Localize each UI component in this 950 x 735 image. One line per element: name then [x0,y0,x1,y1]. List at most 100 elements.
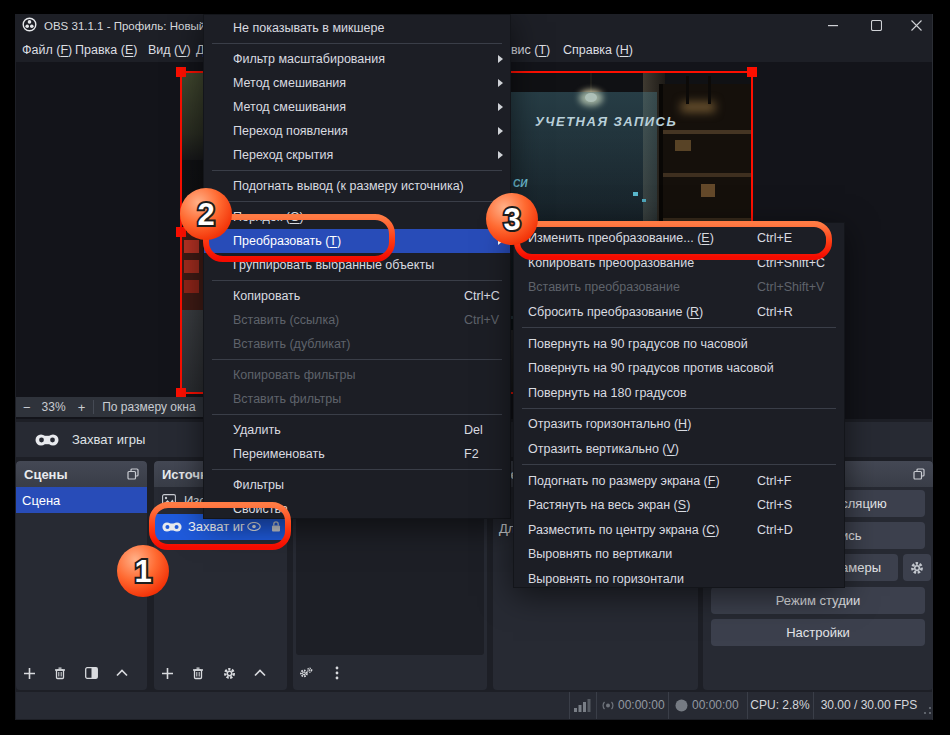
menubar-item[interactable]: Правка (E) [75,38,137,62]
close-button[interactable] [899,14,933,36]
scenes-toolbar [22,663,147,683]
sources-more-icon[interactable] [284,665,287,681]
studio-mode-button[interactable]: Режим студии [711,587,925,614]
submenu-arrow-icon [498,103,503,111]
signal-bars-icon [574,699,591,712]
zoom-level: 33% [42,400,66,414]
context-menu-item[interactable]: Фильтр масштабирования [204,47,510,71]
fps-indicator: 30.00 / 30.00 FPS [813,692,925,719]
context-menu-item[interactable]: Свойства [204,497,510,519]
menubar-item[interactable]: Справка (H) [563,38,633,62]
submenu-arrow-icon [498,55,503,63]
context-bar-source-name: Захват игры [72,432,145,447]
image-icon [162,494,176,506]
record-status-icon [675,699,688,712]
transform-submenu-item[interactable]: Растянуть на весь экран (S)Ctrl+S [514,493,844,518]
minimize-button[interactable] [816,14,850,36]
transform-submenu: Изменить преобразование... (E)Ctrl+EКопи… [513,222,845,588]
mixer-toolbar [299,663,344,683]
transform-submenu-item[interactable]: Сбросить преобразование (R)Ctrl+R [514,300,844,325]
transform-submenu-item[interactable]: Подогнать по размеру экрана (F)Ctrl+F [514,468,844,493]
zoom-in-button[interactable]: + [78,400,86,415]
transform-submenu-item[interactable]: Повернуть на 180 градусов [514,381,844,406]
sources-toolbar [160,663,287,683]
preview-zoom-bar: − 33% + По размеру окна [16,397,206,417]
context-menu-item[interactable]: Не показывать в микшере [204,16,510,40]
gamepad-icon [162,522,182,532]
submenu-arrow-icon [498,79,503,87]
visibility-eye-icon[interactable] [247,522,261,531]
fit-to-window-button[interactable]: По размеру окна [102,400,195,414]
menubar-item[interactable]: Файл (F) [22,38,72,62]
context-menu-item[interactable]: Фильтры [204,473,510,497]
stream-time: 00:00:00 [618,692,665,719]
zoom-out-button[interactable]: − [23,400,31,415]
context-menu-item[interactable]: Переход появления [204,119,510,143]
transform-submenu-separator [522,464,836,465]
mixer-adv-audio-icon[interactable] [299,665,313,681]
settings-button[interactable]: Настройки [711,619,925,646]
context-menu-item[interactable]: КопироватьCtrl+C [204,284,510,308]
scenes-move-up-icon[interactable] [115,665,129,681]
gamepad-icon [35,434,59,446]
context-menu-separator [212,170,502,171]
scene-list-item[interactable]: Сцена [16,487,147,513]
context-menu-separator [212,43,502,44]
scenes-filters-icon[interactable] [84,665,98,681]
transform-submenu-item[interactable]: Отразить вертикально (V) [514,437,844,462]
context-menu-item[interactable]: ПереименоватьF2 [204,442,510,466]
transform-submenu-item[interactable]: Выровнять по горизонтали [514,567,844,588]
context-menu-item[interactable]: Метод смешивания [204,71,510,95]
transform-submenu-item[interactable]: Копировать преобразованиеCtrl+Shift+C [514,251,844,276]
sources-move-up-icon[interactable] [253,665,267,681]
selection-handle[interactable] [176,227,186,237]
dock-popout-icon[interactable] [127,468,139,480]
context-menu-separator [212,280,502,281]
dock-popout-icon[interactable] [913,468,925,480]
context-menu-item[interactable]: Порядок (O) [204,205,510,229]
scenes-more-icon[interactable] [146,665,147,681]
transform-submenu-item[interactable]: Вставить преобразованиеCtrl+Shift+V [514,275,844,300]
source-context-menu: Не показывать в микшере Фильтр масштабиро… [203,14,511,519]
context-menu-item[interactable]: Подогнать вывод (к размеру источника) [204,174,510,198]
context-menu-separator [212,414,502,415]
sources-add-icon[interactable] [160,665,174,681]
lock-icon[interactable] [271,521,281,532]
transform-submenu-item[interactable]: Повернуть на 90 градусов против часовой [514,356,844,381]
context-menu-separator [212,201,502,202]
submenu-arrow-icon [498,237,503,245]
scenes-add-icon[interactable] [22,665,36,681]
transform-submenu-item[interactable]: Разместить по центру экрана (C)Ctrl+D [514,518,844,543]
transform-submenu-item[interactable]: Выровнять по вертикали [514,542,844,567]
record-time: 00:00:00 [692,692,739,719]
context-menu-item[interactable]: Вставить фильтры [204,387,510,411]
context-menu-item[interactable]: Переход скрытия [204,143,510,167]
gear-icon [910,561,924,575]
context-menu-item[interactable]: Метод смешивания [204,95,510,119]
context-menu-separator [212,469,502,470]
resize-grip[interactable] [922,706,932,716]
selection-handle[interactable] [747,67,757,77]
transform-submenu-item[interactable]: Изменить преобразование... (E)Ctrl+E [514,226,844,251]
stream-status-icon [601,699,615,712]
mixer-more-icon[interactable] [330,665,344,681]
screen: OBS 31.1.1 - Профиль: Новый - Сц Файл (F… [0,0,950,735]
menubar-item[interactable]: Вид (V) [148,38,191,62]
selection-handle[interactable] [176,67,186,77]
context-menu-item[interactable]: УдалитьDel [204,418,510,442]
context-menu-item[interactable]: Вставить (дубликат) [204,332,510,356]
context-menu-item[interactable]: Вставить (ссылка)Ctrl+V [204,308,510,332]
sources-remove-icon[interactable] [191,665,205,681]
scenes-remove-icon[interactable] [53,665,67,681]
sources-properties-icon[interactable] [222,665,236,681]
context-menu-item[interactable]: Преобразовать (T) [204,229,510,253]
transform-submenu-item[interactable]: Отразить горизонтально (H) [514,412,844,437]
context-menu-item[interactable]: Копировать фильтры [204,363,510,387]
submenu-arrow-icon [498,127,503,135]
transform-submenu-separator [522,327,836,328]
context-menu-separator [212,359,502,360]
maximize-button[interactable] [859,14,893,36]
context-menu-item[interactable]: Группировать выбранные объекты [204,253,510,277]
transform-submenu-item[interactable]: Повернуть на 90 градусов по часовой [514,331,844,356]
virtual-camera-settings-button[interactable] [903,554,931,581]
